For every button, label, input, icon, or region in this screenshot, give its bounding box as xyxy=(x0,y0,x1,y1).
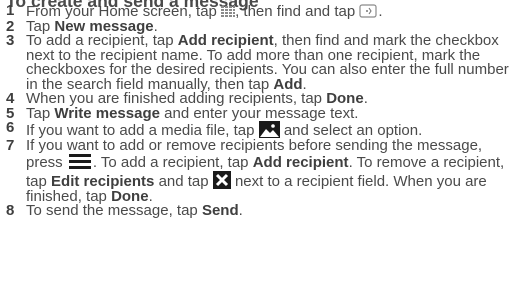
step-text: To send the message, tap xyxy=(26,202,198,220)
step-8: 8 To send the message, tap Send. xyxy=(6,202,511,220)
step-number: 1 xyxy=(6,2,15,19)
step-text: , then find and tap xyxy=(235,3,356,20)
steps-list: 1 From your Home screen, tap , then find… xyxy=(6,2,511,220)
delete-icon xyxy=(212,171,231,190)
manual-page: To create and send a message 1 From your… xyxy=(0,0,513,306)
messaging-icon xyxy=(359,4,378,19)
bold-term: Write message xyxy=(54,104,160,122)
bold-term: Send xyxy=(201,202,239,220)
step-3: 3 To add a recipient, tap Add recipient,… xyxy=(6,32,511,92)
step-number: 3 xyxy=(6,32,15,50)
menu-icon xyxy=(67,153,93,170)
step-text: . xyxy=(363,90,368,108)
step-number: 6 xyxy=(6,119,15,137)
step-text: . xyxy=(238,202,243,220)
step-text: . xyxy=(378,3,383,20)
step-text: . To add a recipient, tap xyxy=(92,154,249,172)
add-media-icon xyxy=(258,121,280,139)
step-text: and enter your message text. xyxy=(164,104,359,122)
bold-term: Add recipient xyxy=(252,154,349,172)
apps-grid-icon xyxy=(221,6,236,18)
step-text: Tap xyxy=(26,104,51,122)
step-7: 7 If you want to add or remove recipient… xyxy=(6,136,511,204)
step-5: 5 Tap Write message and enter your messa… xyxy=(6,104,511,122)
step-number: 7 xyxy=(6,136,15,154)
step-number: 8 xyxy=(6,202,15,220)
step-text: and tap xyxy=(158,173,209,191)
